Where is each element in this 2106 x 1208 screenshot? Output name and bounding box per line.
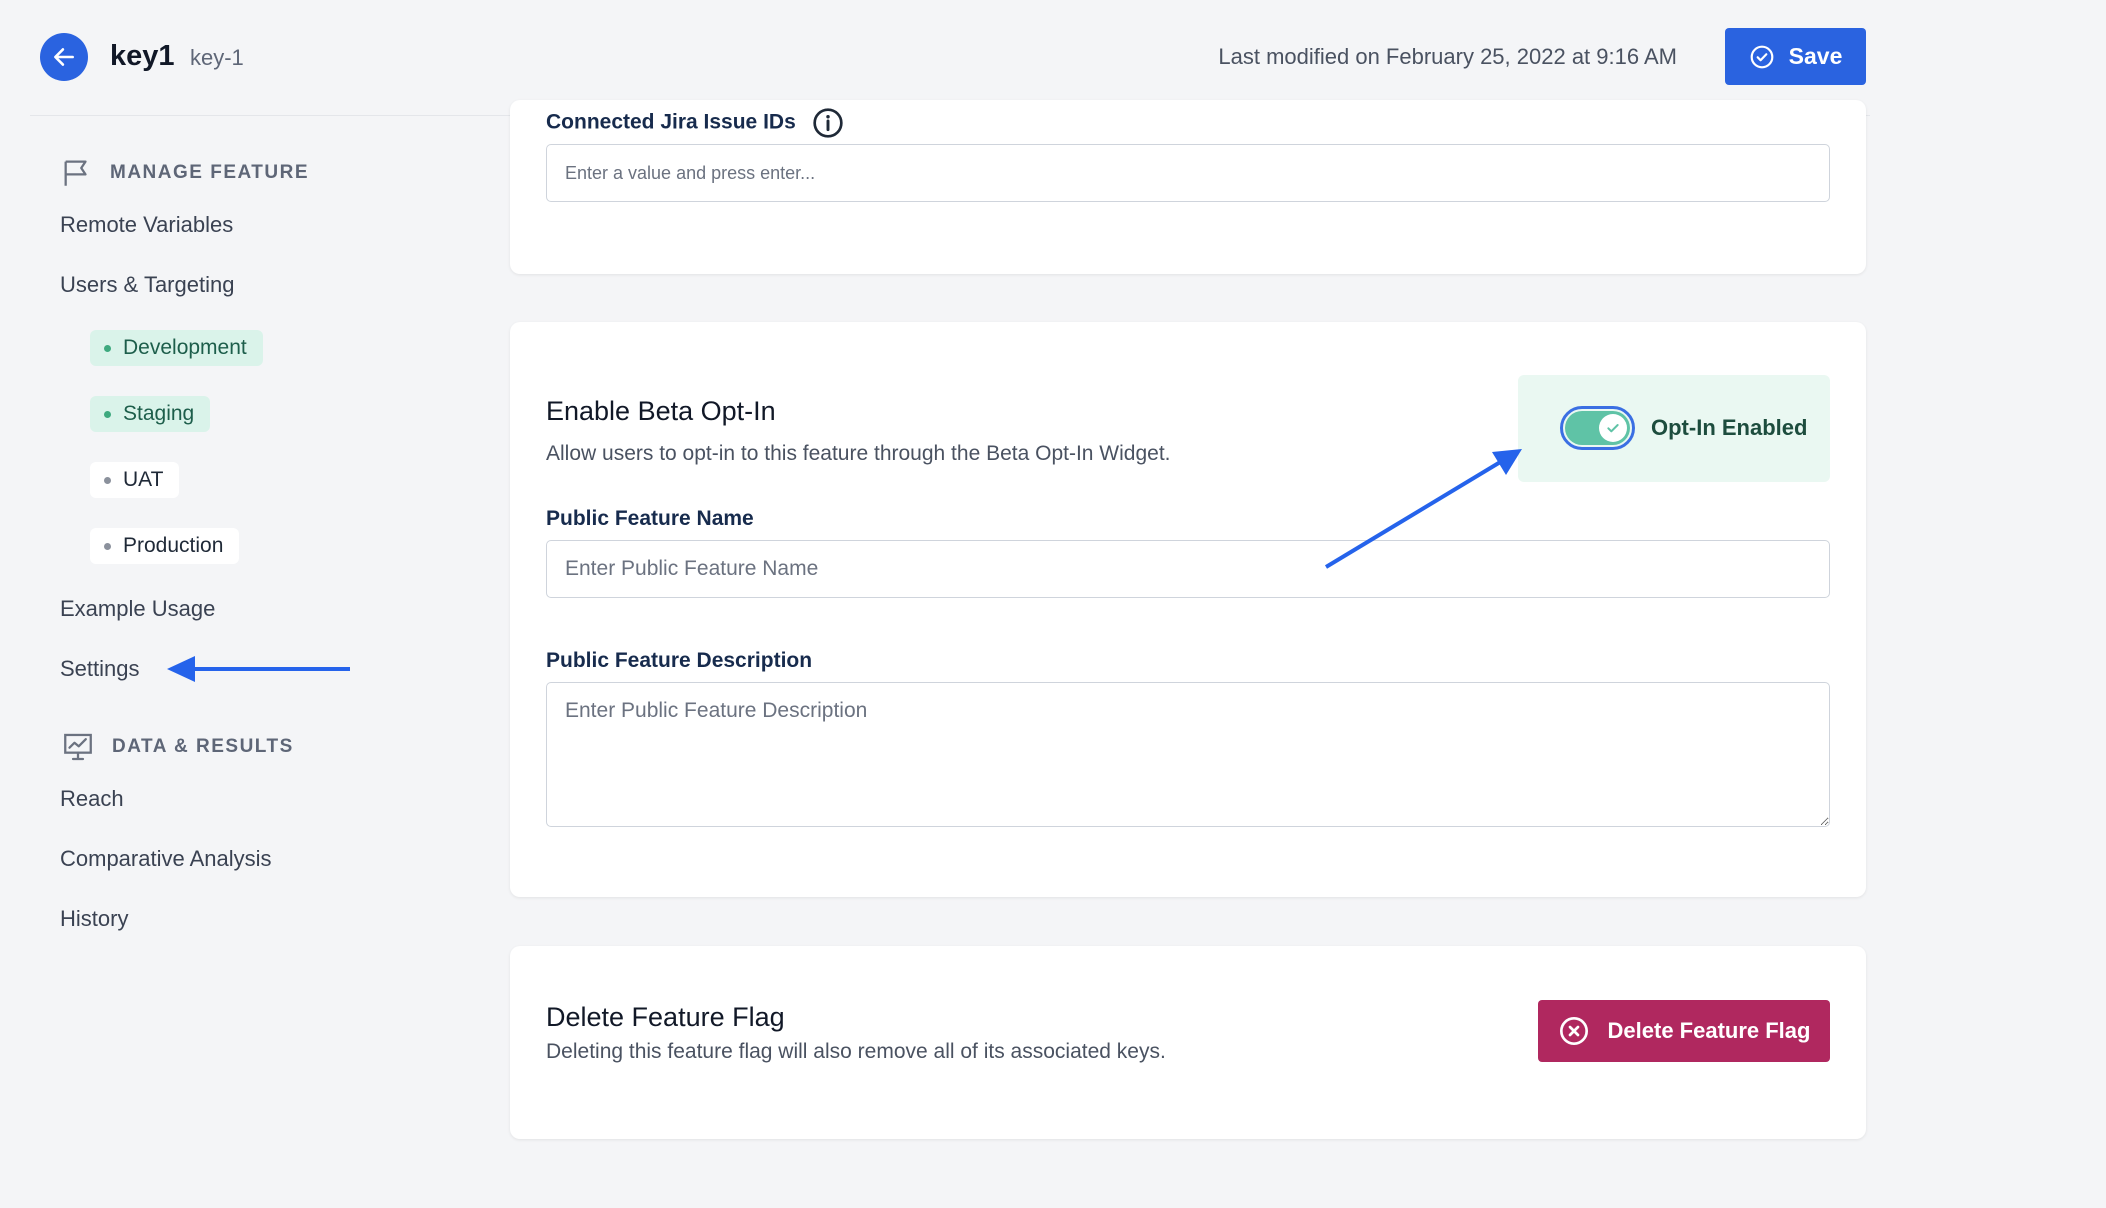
jira-card: Connected Jira Issue IDs bbox=[510, 100, 1866, 274]
save-button-label: Save bbox=[1788, 43, 1843, 69]
opt-in-toggle-label: Opt-In Enabled bbox=[1651, 415, 1808, 440]
sidebar-item-settings[interactable]: Settings bbox=[60, 656, 140, 682]
back-button[interactable] bbox=[40, 33, 88, 81]
env-uat[interactable]: UAT bbox=[90, 462, 180, 498]
delete-feature-card: Delete Feature Flag Deleting this featur… bbox=[510, 946, 1866, 1139]
chart-presentation-icon bbox=[64, 733, 92, 761]
status-dot bbox=[104, 344, 111, 352]
opt-in-toggle[interactable] bbox=[1560, 406, 1635, 450]
public-feature-name-input[interactable] bbox=[546, 540, 1830, 598]
status-dot bbox=[104, 476, 111, 484]
manage-feature-heading: MANAGE FEATURE bbox=[60, 156, 309, 190]
sidebar-item-comparative-analysis[interactable]: Comparative Analysis bbox=[60, 846, 272, 872]
sidebar-item-reach[interactable]: Reach bbox=[60, 786, 124, 812]
beta-title: Enable Beta Opt-In bbox=[546, 396, 776, 426]
status-dot bbox=[104, 542, 111, 550]
public-description-label: Public Feature Description bbox=[546, 649, 813, 672]
arrow-left-icon bbox=[54, 48, 74, 66]
delete-button-label: Delete Feature Flag bbox=[1607, 1018, 1811, 1043]
check-icon bbox=[1607, 424, 1619, 433]
delete-description: Deleting this feature flag will also rem… bbox=[546, 1040, 1166, 1063]
top-header: key1 key-1 Last modified on February 25,… bbox=[0, 0, 2106, 116]
x-circle-icon bbox=[1559, 1017, 1588, 1045]
data-results-heading: DATA & RESULTS bbox=[60, 730, 294, 764]
last-modified-text: Last modified on February 25, 2022 at 9:… bbox=[1218, 44, 1677, 69]
jira-issue-input[interactable] bbox=[546, 144, 1830, 202]
page-title: key1 bbox=[110, 40, 175, 72]
beta-opt-in-card: Enable Beta Opt-In Allow users to opt-in… bbox=[510, 322, 1866, 897]
env-staging[interactable]: Staging bbox=[90, 396, 211, 432]
status-dot bbox=[104, 410, 111, 418]
sidebar-item-remote-variables[interactable]: Remote Variables bbox=[60, 212, 233, 238]
beta-description: Allow users to opt-in to this feature th… bbox=[546, 442, 1171, 465]
sidebar: MANAGE FEATURE Remote Variables Users & … bbox=[0, 116, 460, 1208]
sidebar-item-example-usage[interactable]: Example Usage bbox=[60, 596, 215, 622]
delete-feature-flag-button[interactable]: Delete Feature Flag bbox=[1538, 1000, 1830, 1062]
toggle-knob bbox=[1599, 414, 1627, 442]
env-production[interactable]: Production bbox=[90, 528, 240, 564]
env-development[interactable]: Development bbox=[90, 330, 263, 366]
public-name-label: Public Feature Name bbox=[546, 507, 754, 530]
opt-in-toggle-container: Opt-In Enabled bbox=[1518, 375, 1830, 482]
jira-label: Connected Jira Issue IDs bbox=[546, 107, 844, 139]
delete-title: Delete Feature Flag bbox=[546, 1002, 785, 1032]
sidebar-item-history[interactable]: History bbox=[60, 906, 128, 932]
sidebar-item-users-targeting[interactable]: Users & Targeting bbox=[60, 272, 234, 298]
toggle-track bbox=[1565, 411, 1630, 445]
flag-icon bbox=[64, 160, 87, 186]
save-button[interactable]: Save bbox=[1725, 28, 1866, 85]
check-circle-icon bbox=[1750, 45, 1774, 68]
info-icon[interactable] bbox=[812, 107, 844, 139]
public-feature-description-input[interactable] bbox=[546, 682, 1830, 827]
feature-key: key-1 bbox=[190, 45, 244, 70]
